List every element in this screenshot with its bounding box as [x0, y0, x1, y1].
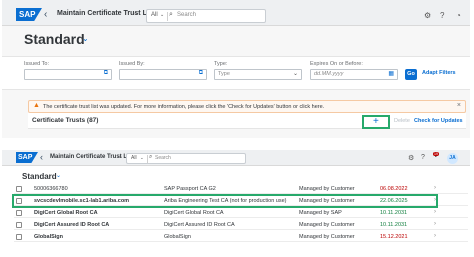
expires-date-input[interactable]: dd.MM.yyyy ▦	[310, 69, 398, 80]
search-icon[interactable]: ⌕	[169, 11, 173, 19]
cell-issuer: SAP Passport CA G2	[164, 186, 216, 192]
chevron-right-icon[interactable]: ›	[434, 185, 436, 191]
delete-button[interactable]: Delete	[394, 118, 410, 124]
cell-issuer: DigiCert Assured ID Root CA	[164, 222, 235, 228]
row-checkbox[interactable]	[16, 210, 22, 216]
chevron-down-icon[interactable]: ⌄	[133, 9, 139, 17]
filter-label-issued-by: Issued By:	[119, 61, 145, 67]
chevron-down-icon[interactable]: ⌄	[118, 153, 123, 160]
chevron-down-icon[interactable]: ⌄	[140, 155, 144, 161]
table-row[interactable]: 50006366780 SAP Passport CA G2 Managed b…	[14, 185, 468, 194]
cell-expiry-date: 06.08.2022	[380, 186, 408, 192]
search-field[interactable]: All ⌄ ⌕ Search	[146, 9, 266, 23]
adapt-filters-button[interactable]: Adapt Filters	[422, 70, 456, 76]
shell-bar: SAP ‹ Maintain Certificate Trust L... ⌄ …	[2, 150, 470, 166]
cell-type: Managed by SAP	[299, 210, 342, 216]
chevron-down-icon[interactable]: ⌄	[82, 34, 89, 43]
divider	[147, 155, 148, 163]
row-checkbox[interactable]	[16, 222, 22, 228]
calendar-icon[interactable]: ▦	[388, 70, 394, 77]
chevron-right-icon[interactable]: ›	[434, 233, 436, 239]
bottom-screenshot-panel: SAP ‹ Maintain Certificate Trust L... ⌄ …	[2, 150, 470, 257]
filter-label-expires: Expires On or Before:	[310, 61, 363, 67]
filter-bar: Issued To: ⧉ Issued By: ⧉ Type: Type ⌄ E…	[2, 56, 470, 90]
search-scope[interactable]: All	[151, 12, 158, 18]
table-row[interactable]: GlobalSign GlobalSign Managed by Custome…	[14, 233, 468, 242]
table-row[interactable]: DigiCert Assured ID Root CA DigiCert Ass…	[14, 221, 468, 230]
sap-logo[interactable]: SAP	[16, 8, 42, 21]
notification-badge: 19	[433, 152, 439, 156]
settings-icon[interactable]: ⚙	[424, 11, 431, 20]
cell-expiry-date: 15.12.2021	[380, 234, 408, 240]
go-button[interactable]: Go	[405, 69, 417, 80]
cell-type: Managed by Customer	[299, 234, 355, 240]
warning-icon: ▲	[33, 102, 40, 109]
search-input[interactable]: Search	[177, 12, 196, 18]
message-strip: ▲ The certificate trust list was updated…	[28, 100, 466, 113]
add-button[interactable]: +	[362, 115, 390, 129]
bell-icon[interactable]: ◔	[456, 11, 461, 20]
cell-expiry-date: 10.11.2031	[380, 222, 408, 228]
help-icon[interactable]: ?	[421, 154, 425, 161]
row-checkbox[interactable]	[16, 234, 22, 240]
issued-by-input[interactable]: ⧉	[119, 69, 207, 80]
cell-type: Managed by Customer	[299, 186, 355, 192]
sap-logo[interactable]: SAP	[16, 152, 38, 163]
top-screenshot-panel: SAP ‹ Maintain Certificate Trust L... ⌄ …	[2, 0, 470, 138]
chevron-down-icon[interactable]: ⌄	[56, 172, 61, 179]
settings-icon[interactable]: ⚙	[408, 154, 414, 162]
cell-name: 50006366780	[34, 186, 68, 192]
back-icon[interactable]: ‹	[40, 152, 43, 162]
type-select[interactable]: Type ⌄	[214, 69, 302, 80]
help-icon[interactable]: ?	[440, 11, 444, 20]
filter-label-type: Type:	[214, 61, 228, 67]
check-for-updates-button[interactable]: Check for Updates	[414, 118, 463, 124]
cell-expiry-date: 10.11.2031	[380, 210, 408, 216]
divider	[167, 12, 168, 21]
cell-name: DigiCert Assured ID Root CA	[34, 222, 110, 228]
plus-icon: +	[373, 116, 379, 127]
search-field[interactable]: All ⌄ ⌕ Search	[126, 153, 246, 164]
search-icon[interactable]: ⌕	[149, 154, 152, 161]
shell-bar: SAP ‹ Maintain Certificate Trust L... ⌄ …	[2, 0, 470, 26]
value-help-icon[interactable]: ⧉	[199, 70, 203, 77]
close-icon[interactable]: ×	[457, 102, 461, 109]
issued-to-input[interactable]: ⧉	[24, 69, 112, 80]
message-text[interactable]: The certificate trust list was updated. …	[43, 104, 324, 110]
cell-issuer: DigiCert Global Root CA	[164, 210, 224, 216]
chevron-right-icon[interactable]: ›	[434, 209, 436, 215]
page-variant-title[interactable]: Standard	[24, 31, 85, 47]
filter-label-issued-to: Issued To:	[24, 61, 49, 67]
value-help-icon[interactable]: ⧉	[104, 70, 108, 77]
back-icon[interactable]: ‹	[44, 9, 47, 20]
table-row[interactable]: DigiCert Global Root CA DigiCert Global …	[14, 209, 468, 218]
table-toolbar: Certificate Trusts (87) + Delete Check f…	[28, 113, 466, 129]
chevron-down-icon[interactable]: ⌄	[293, 70, 298, 77]
cell-type: Managed by Customer	[299, 222, 355, 228]
row-highlight-frame	[12, 194, 438, 208]
cell-name: GlobalSign	[34, 234, 64, 240]
search-input[interactable]: Search	[155, 155, 171, 161]
chevron-right-icon[interactable]: ›	[434, 221, 436, 227]
page-variant-title[interactable]: Standard	[22, 172, 57, 181]
chevron-down-icon[interactable]: ⌄	[160, 12, 164, 18]
row-checkbox[interactable]	[16, 186, 22, 192]
avatar[interactable]: JA	[447, 153, 458, 164]
search-scope[interactable]: All	[131, 155, 137, 161]
table-title: Certificate Trusts (87)	[32, 117, 99, 124]
cell-issuer: GlobalSign	[164, 234, 191, 240]
cell-name: DigiCert Global Root CA	[34, 210, 98, 216]
